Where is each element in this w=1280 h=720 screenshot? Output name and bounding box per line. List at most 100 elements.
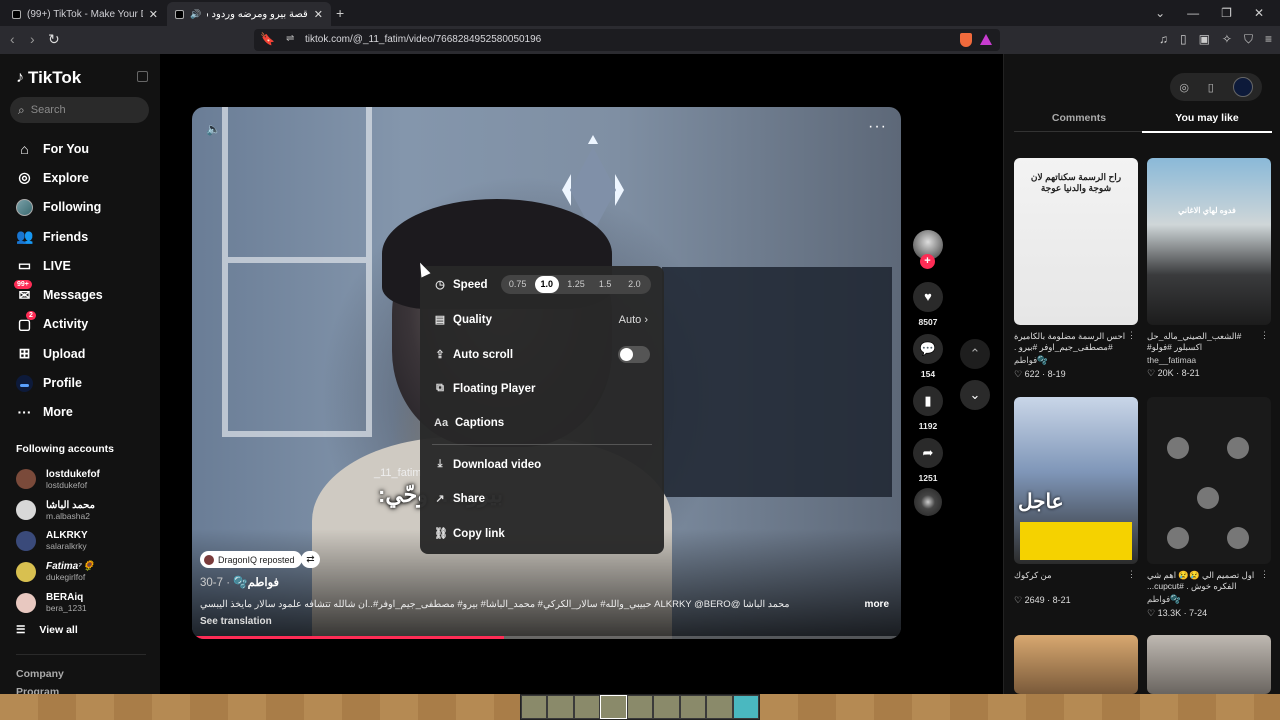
nav-activity[interactable]: ▢ 2 Activity xyxy=(16,310,156,339)
tiktok-logo[interactable]: ♪ TikTok xyxy=(16,68,81,88)
tab-you-may-like[interactable]: You may like xyxy=(1142,112,1272,133)
new-tab-button[interactable]: + xyxy=(336,5,344,21)
account-item[interactable]: BERAiq bera_1231 xyxy=(16,587,156,618)
nav-following[interactable]: Following xyxy=(16,193,156,222)
forward-arrow-icon[interactable]: › xyxy=(30,31,35,47)
video-thumbnail[interactable]: فدوه لهاي الاغاني xyxy=(1147,158,1271,325)
vpn-icon[interactable]: ⛉ xyxy=(1244,32,1253,47)
nav-explore[interactable]: ◎ Explore xyxy=(16,163,156,192)
speed-option[interactable]: 2.0 xyxy=(622,276,646,293)
hotbar-slot[interactable] xyxy=(521,695,548,719)
quality-row[interactable]: ▤ Quality xyxy=(434,313,492,327)
author-name[interactable]: فواطم🫧 xyxy=(233,577,279,589)
speed-option[interactable]: 1.5 xyxy=(593,276,617,293)
device-icon[interactable]: ▯ xyxy=(1208,81,1214,94)
video-thumbnail[interactable] xyxy=(1147,397,1271,564)
tab-comments[interactable]: Comments xyxy=(1014,112,1144,124)
speaker-icon[interactable]: 🔊 xyxy=(190,9,201,20)
search-input[interactable] xyxy=(30,104,131,116)
nav-more[interactable]: ··· More xyxy=(16,398,156,427)
video-card[interactable]: راح الرسمة سكناتهم لان شوجة والدنيا عوجة… xyxy=(1014,158,1138,380)
close-tab-icon[interactable]: ✕ xyxy=(149,8,158,21)
previous-video-button[interactable]: ⌃ xyxy=(960,339,990,369)
company-link[interactable]: Company xyxy=(16,668,64,680)
hotbar-slot[interactable] xyxy=(679,695,707,719)
account-item[interactable]: محمد الباشا m.albasha2 xyxy=(16,495,156,526)
hotbar-slot[interactable] xyxy=(732,695,759,719)
quality-value[interactable]: Auto › xyxy=(619,314,648,326)
next-video-button[interactable]: ⌄ xyxy=(960,380,990,410)
card-more-icon[interactable]: ⋮ xyxy=(1260,330,1269,341)
hotbar-slot-selected[interactable] xyxy=(600,695,627,719)
share-button[interactable]: ➦ 1251 xyxy=(911,438,945,483)
nav-friends[interactable]: 👥 Friends xyxy=(16,222,156,251)
video-card[interactable]: اول تصميم الي 😢😢 اهم شي الفكره خوش . #cu… xyxy=(1147,397,1271,619)
comment-button[interactable]: 💬 154 xyxy=(911,334,945,379)
account-item[interactable]: lostdukefof lostdukefof xyxy=(16,464,156,495)
url-text[interactable]: tiktok.com/@_11_fatim/video/766828495258… xyxy=(305,34,541,45)
video-thumbnail[interactable]: راح الرسمة سكناتهم لان شوجة والدنيا عوجة xyxy=(1014,158,1138,325)
close-tab-icon[interactable]: ✕ xyxy=(314,8,323,21)
address-bar[interactable]: 🔖 ⇌ tiktok.com/@_11_fatim/video/76682849… xyxy=(254,29,1000,51)
user-avatar[interactable] xyxy=(1232,77,1253,97)
reload-icon[interactable]: ↻ xyxy=(48,31,60,48)
see-translation-link[interactable]: See translation xyxy=(200,616,272,627)
hotbar-slot[interactable] xyxy=(573,695,601,719)
restore-icon[interactable]: ❐ xyxy=(1221,6,1232,20)
video-author[interactable]: فواطم🫧 · 7-30 xyxy=(200,575,279,589)
minimize-icon[interactable]: — xyxy=(1187,6,1199,20)
repost-icon[interactable]: ⇄ xyxy=(301,551,320,568)
video-thumbnail[interactable]: عاجل xyxy=(1014,397,1138,564)
brave-rewards-icon[interactable] xyxy=(980,34,992,45)
account-item[interactable]: Fatima⁷🌻 dukegirlfof xyxy=(16,556,156,587)
repost-badge[interactable]: DragonIQ reposted xyxy=(200,551,302,568)
follow-plus-icon[interactable]: + xyxy=(920,254,935,269)
video-card[interactable]: فدوه لهاي الاغاني #الشعب_الصيني_ماله_حل … xyxy=(1147,158,1271,379)
media-icon[interactable]: ♫ xyxy=(1159,32,1168,47)
speed-option[interactable]: 1.25 xyxy=(564,276,588,293)
sound-disc-button[interactable] xyxy=(911,488,945,516)
volume-icon[interactable]: 🔈 xyxy=(206,122,221,136)
browser-tab-tiktok-home[interactable]: (99+) TikTok - Make Your Day ✕ xyxy=(4,2,166,26)
save-button[interactable]: ▮ 1192 xyxy=(911,386,945,431)
download-row[interactable]: ⤓ Download video xyxy=(434,458,542,471)
card-more-icon[interactable]: ⋮ xyxy=(1127,330,1136,341)
video-card[interactable] xyxy=(1014,635,1138,694)
back-arrow-icon[interactable]: ‹ xyxy=(10,31,15,47)
autoscroll-toggle[interactable] xyxy=(618,346,650,363)
video-card[interactable]: عاجل من كركوك ♡ 2649 · 8-21 ⋮ xyxy=(1014,397,1138,606)
hotbar-slot[interactable] xyxy=(706,695,733,719)
speed-option[interactable]: 1.0 xyxy=(534,276,559,293)
nav-profile[interactable]: Profile xyxy=(16,368,156,397)
account-item[interactable]: ALKRKY salaralkrky xyxy=(16,526,156,557)
hotbar-slot[interactable] xyxy=(547,695,574,719)
speed-option[interactable]: 0.75 xyxy=(506,276,530,293)
video-more-options-icon[interactable]: ··· xyxy=(868,118,887,136)
hotbar-slot[interactable] xyxy=(653,695,680,719)
creator-avatar-button[interactable]: + xyxy=(911,230,945,269)
leo-ai-icon[interactable]: ✧ xyxy=(1222,32,1232,47)
card-more-icon[interactable]: ⋮ xyxy=(1260,569,1269,580)
menu-icon[interactable]: ≡ xyxy=(1265,32,1272,47)
collapse-sidebar-icon[interactable] xyxy=(137,71,148,82)
wallet-icon[interactable]: ▣ xyxy=(1199,32,1210,47)
sidebar-icon[interactable]: ▯ xyxy=(1180,32,1187,47)
nav-for-you[interactable]: ⌂ For You xyxy=(16,134,156,163)
coin-icon[interactable]: ◎ xyxy=(1179,81,1189,94)
chevron-down-icon[interactable]: ⌄ xyxy=(1155,6,1165,20)
browser-tab-video[interactable]: 🔊 قصة بيرو ومرضه وردود سالار و ✕ xyxy=(167,2,331,26)
copy-link-row[interactable]: ⛓ Copy link xyxy=(434,527,505,541)
video-progress-bar[interactable] xyxy=(192,636,901,639)
share-row[interactable]: ↗ Share xyxy=(434,492,485,506)
description-more-button[interactable]: more xyxy=(865,599,889,610)
nav-live[interactable]: ▭ LIVE xyxy=(16,251,156,280)
brave-shield-icon[interactable] xyxy=(960,33,972,47)
bookmark-icon[interactable]: 🔖 xyxy=(260,32,275,46)
floating-player-row[interactable]: ⧉ Floating Player xyxy=(434,382,535,395)
view-all-button[interactable]: ☰ View all xyxy=(16,624,78,636)
video-thumbnail[interactable] xyxy=(1014,635,1138,694)
nav-messages[interactable]: ✉ 99+ Messages xyxy=(14,280,156,309)
close-window-icon[interactable]: ✕ xyxy=(1254,6,1264,20)
captions-row[interactable]: Aa Captions xyxy=(434,417,504,429)
video-thumbnail[interactable] xyxy=(1147,635,1271,694)
